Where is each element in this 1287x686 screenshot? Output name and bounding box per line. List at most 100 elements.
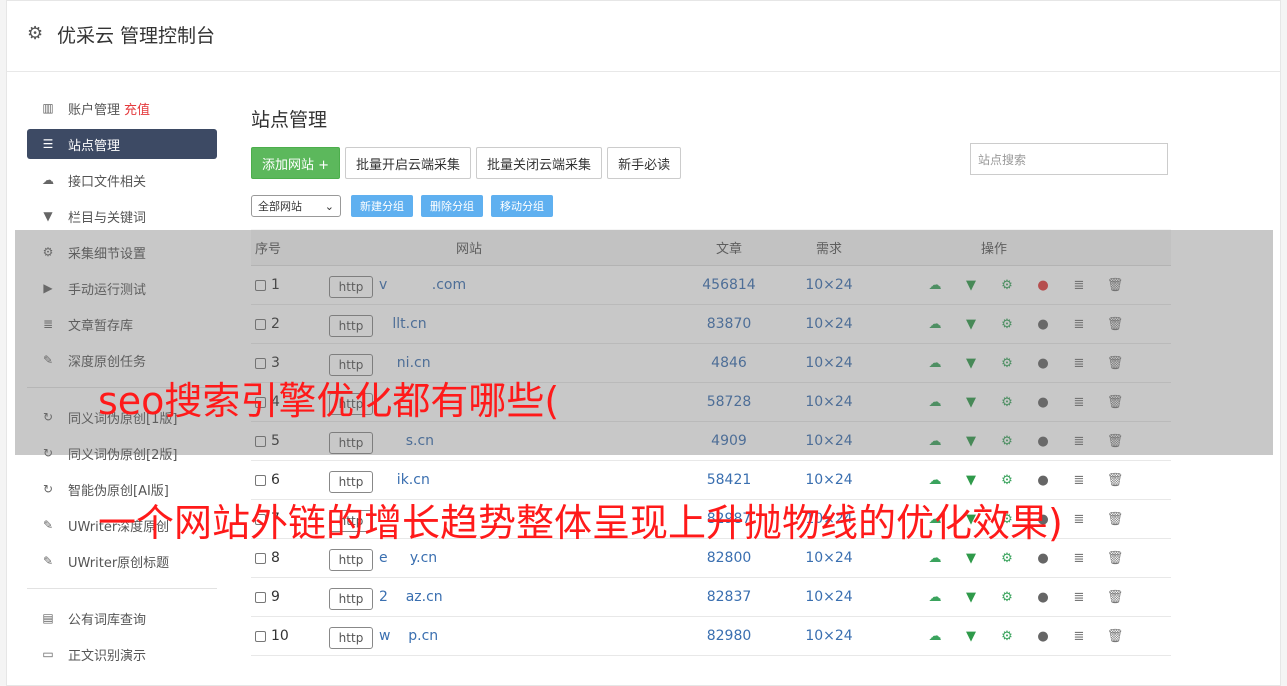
database-icon[interactable]: ≣ xyxy=(1061,512,1097,527)
row-checkbox[interactable] xyxy=(255,474,266,486)
bar-chart-icon: ▥ xyxy=(42,101,54,115)
database-icon[interactable]: ≣ xyxy=(1061,590,1097,605)
row-site-cell: http ik.cn xyxy=(329,467,689,493)
play-circle-icon[interactable]: ● xyxy=(1025,590,1061,605)
row-checkbox[interactable] xyxy=(255,630,266,642)
sidebar-item-14[interactable]: ▭ 正文识别演示 xyxy=(27,639,217,669)
filter-icon[interactable]: ▼ xyxy=(953,551,989,566)
group-bar: 全部网站 ⌄ 新建分组 删除分组 移动分组 xyxy=(251,194,1171,218)
edit-icon: ✎ xyxy=(42,518,54,532)
article-count[interactable]: 82800 xyxy=(689,550,769,566)
site-domain[interactable]: ik.cn xyxy=(379,472,430,488)
play-circle-icon[interactable]: ● xyxy=(1025,473,1061,488)
cogs-icon[interactable]: ⚙ xyxy=(989,473,1025,488)
site-search-input[interactable]: 站点搜索 xyxy=(970,143,1168,175)
demand-value[interactable]: 10×24 xyxy=(769,589,889,605)
site-domain[interactable]: w p.cn xyxy=(379,628,438,644)
cogs-icon[interactable]: ⚙ xyxy=(989,551,1025,566)
demand-value[interactable]: 10×24 xyxy=(769,628,889,644)
filter-icon: ▼ xyxy=(43,209,53,223)
http-badge[interactable]: http xyxy=(329,588,373,610)
trash-icon[interactable]: 🗑 xyxy=(1097,512,1133,527)
row-site-cell: http e y.cn xyxy=(329,545,689,571)
sidebar-item-label: 栏目与关键词 xyxy=(68,210,147,226)
delete-group-button[interactable]: 删除分组 xyxy=(421,195,483,217)
row-number: 9 xyxy=(271,589,280,605)
cogs-icon[interactable]: ⚙ xyxy=(989,629,1025,644)
recharge-link[interactable]: 充值 xyxy=(124,99,150,118)
demand-value[interactable]: 10×24 xyxy=(769,472,889,488)
row-no-cell: 8 xyxy=(251,550,329,566)
article-count[interactable]: 82837 xyxy=(689,589,769,605)
trash-icon[interactable]: 🗑 xyxy=(1097,590,1133,605)
database-icon[interactable]: ≣ xyxy=(1061,551,1097,566)
row-number: 10 xyxy=(271,628,289,644)
site-domain[interactable]: e y.cn xyxy=(379,550,437,566)
cogs-icon[interactable]: ⚙ xyxy=(989,590,1025,605)
cloud-upload-icon[interactable]: ☁ xyxy=(917,473,953,488)
batch-enable-button[interactable]: 批量开启云端采集 xyxy=(345,147,472,179)
filter-icon[interactable]: ▼ xyxy=(953,473,989,488)
row-checkbox[interactable] xyxy=(255,552,266,564)
app-title: 优采云 管理控制台 xyxy=(57,25,216,47)
play-circle-icon[interactable]: ● xyxy=(1025,551,1061,566)
database-icon[interactable]: ≣ xyxy=(1061,629,1097,644)
overlay-caption-line2: 一个网站外链的增长趋势整体呈现上升抛物线的优化效果) xyxy=(98,501,1063,545)
http-badge[interactable]: http xyxy=(329,471,373,493)
sidebar-item-12[interactable]: ✎ UWriter原创标题 xyxy=(27,546,217,576)
add-site-button[interactable]: 添加网站 + xyxy=(251,147,341,179)
trash-icon[interactable]: 🗑 xyxy=(1097,551,1133,566)
row-number: 8 xyxy=(271,550,280,566)
sidebar-item-2[interactable]: ☁ 接口文件相关 xyxy=(27,165,217,195)
book-icon: ▤ xyxy=(42,611,54,625)
server-icon: ☰ xyxy=(42,137,54,151)
new-group-button[interactable]: 新建分组 xyxy=(351,195,413,217)
row-no-cell: 6 xyxy=(251,472,329,488)
page-title: 站点管理 xyxy=(251,109,328,131)
main-content: 站点管理 添加网站 + 批量开启云端采集 批量关闭云端采集 新手必读 站点搜索 … xyxy=(251,99,1171,656)
trash-icon[interactable]: 🗑 xyxy=(1097,473,1133,488)
row-actions: ☁ ▼ ⚙ ● ≣ 🗑 xyxy=(889,551,1159,566)
gear-icon: ⚙ xyxy=(27,23,44,44)
article-count[interactable]: 82980 xyxy=(689,628,769,644)
play-circle-icon[interactable]: ● xyxy=(1025,629,1061,644)
sidebar-item-label: 正文识别演示 xyxy=(68,648,147,664)
sidebar-item-0[interactable]: ▥ 账户管理 充值 xyxy=(27,93,217,123)
cloud-upload-icon[interactable]: ☁ xyxy=(917,551,953,566)
table-row: 9 http 2 az.cn 82837 10×24 ☁ ▼ ⚙ ● ≣ 🗑 xyxy=(251,578,1171,617)
newbie-guide-button[interactable]: 新手必读 xyxy=(607,147,682,179)
row-no-cell: 10 xyxy=(251,628,329,644)
edit-icon: ✎ xyxy=(42,554,54,568)
row-no-cell: 9 xyxy=(251,589,329,605)
site-domain[interactable]: 2 az.cn xyxy=(379,589,443,605)
sidebar-item-label: 公有词库查询 xyxy=(68,612,147,628)
move-group-button[interactable]: 移动分组 xyxy=(491,195,553,217)
sidebar-item-13[interactable]: ▤ 公有词库查询 xyxy=(27,603,217,633)
http-badge[interactable]: http xyxy=(329,549,373,571)
table-row: 10 http w p.cn 82980 10×24 ☁ ▼ ⚙ ● ≣ 🗑 xyxy=(251,617,1171,656)
trash-icon[interactable]: 🗑 xyxy=(1097,629,1133,644)
database-icon[interactable]: ≣ xyxy=(1061,473,1097,488)
sidebar-item-label: 账户管理 xyxy=(68,102,121,118)
row-checkbox[interactable] xyxy=(255,591,266,603)
article-count[interactable]: 58421 xyxy=(689,472,769,488)
cloud-upload-icon[interactable]: ☁ xyxy=(917,629,953,644)
row-actions: ☁ ▼ ⚙ ● ≣ 🗑 xyxy=(889,629,1159,644)
filter-icon[interactable]: ▼ xyxy=(953,629,989,644)
chevron-down-icon: ⌄ xyxy=(324,199,334,213)
batch-disable-button[interactable]: 批量关闭云端采集 xyxy=(476,147,603,179)
sidebar-item-label: 接口文件相关 xyxy=(68,174,147,190)
top-bar: ⚙ 优采云 管理控制台 xyxy=(7,1,1280,72)
cloud-upload-icon[interactable]: ☁ xyxy=(917,590,953,605)
http-badge[interactable]: http xyxy=(329,627,373,649)
row-site-cell: http 2 az.cn xyxy=(329,584,689,610)
row-actions: ☁ ▼ ⚙ ● ≣ 🗑 xyxy=(889,590,1159,605)
filter-icon[interactable]: ▼ xyxy=(953,590,989,605)
row-number: 6 xyxy=(271,472,280,488)
sidebar-item-3[interactable]: ▼ 栏目与关键词 xyxy=(27,201,217,231)
monitor-icon: ▭ xyxy=(42,647,54,661)
group-select[interactable]: 全部网站 ⌄ xyxy=(251,195,341,217)
demand-value[interactable]: 10×24 xyxy=(769,550,889,566)
sidebar-item-1[interactable]: ☰ 站点管理 xyxy=(27,129,217,159)
sidebar-item-label: UWriter原创标题 xyxy=(68,555,170,571)
